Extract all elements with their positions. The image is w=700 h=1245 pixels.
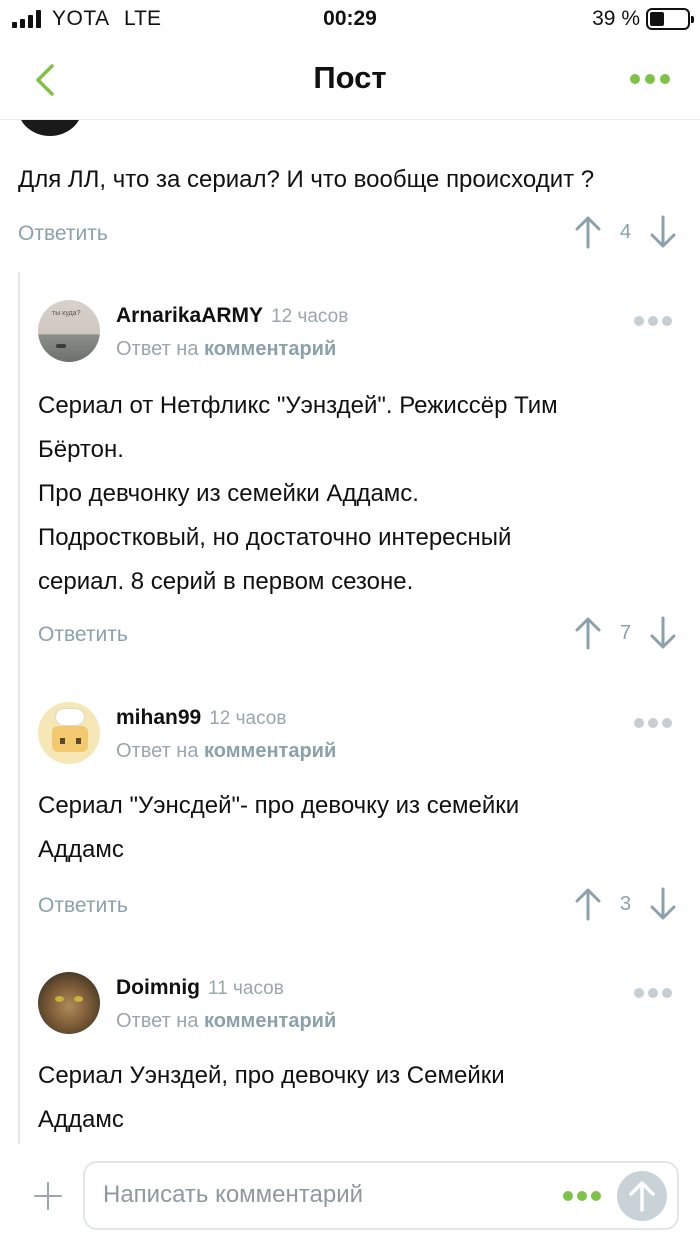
rating-count: 4 bbox=[619, 220, 632, 243]
downvote-arrow-icon[interactable] bbox=[648, 214, 678, 250]
more-options-icon[interactable] bbox=[634, 988, 672, 998]
comment-text: Сериал Уэнздей, про девочку из Семейки А… bbox=[38, 1062, 505, 1133]
more-options-icon[interactable] bbox=[630, 74, 670, 84]
comment-actions: Ответить 7 bbox=[38, 615, 678, 655]
timestamp: 12 часов bbox=[209, 708, 287, 729]
author-name[interactable]: mihan99 12 часов bbox=[116, 706, 286, 730]
upvote-arrow-icon[interactable] bbox=[573, 886, 603, 922]
more-options-icon[interactable] bbox=[634, 718, 672, 728]
reply-comment: mihan99 12 часов Ответ на комментарий Сер… bbox=[38, 702, 678, 932]
battery-percent: 39 % bbox=[592, 7, 640, 30]
comment-composer: Написать комментарий bbox=[0, 1148, 700, 1245]
reply-reference: Ответ на комментарий bbox=[116, 338, 337, 360]
battery-icon bbox=[646, 8, 694, 30]
avatar[interactable] bbox=[38, 702, 100, 764]
vote-controls: 7 bbox=[573, 615, 678, 651]
parent-comment-link[interactable]: комментарий bbox=[204, 740, 336, 762]
add-attachment-icon[interactable] bbox=[32, 1180, 64, 1212]
timestamp: 11 часов bbox=[208, 978, 284, 999]
reply-button[interactable]: Ответить bbox=[18, 222, 108, 246]
comment-text: Сериал "Уэнсдей"- про девочку из семейки… bbox=[38, 792, 520, 863]
comment-actions: Ответить 3 bbox=[38, 886, 678, 926]
parent-comment-link[interactable]: комментарий bbox=[204, 1010, 336, 1032]
comment-text: Для ЛЛ, что за сериал? И что вообще прои… bbox=[18, 166, 595, 193]
upvote-arrow-icon[interactable] bbox=[573, 615, 603, 651]
rating-count: 3 bbox=[619, 892, 632, 915]
more-options-icon[interactable] bbox=[634, 316, 672, 326]
reply-comment: Doimnig 11 часов Ответ на комментарий Сер… bbox=[38, 972, 678, 1148]
reply-button[interactable]: Ответить bbox=[38, 894, 128, 918]
send-button[interactable] bbox=[617, 1171, 667, 1221]
reply-button[interactable]: Ответить bbox=[38, 623, 128, 647]
reply-comment: ты куда? ArnarikaARMY 12 часов Ответ на к… bbox=[38, 300, 678, 660]
nav-header: Пост bbox=[0, 40, 700, 120]
vote-controls: 3 bbox=[573, 886, 678, 922]
downvote-arrow-icon[interactable] bbox=[648, 886, 678, 922]
status-bar: YOTA LTE 00:29 39 % bbox=[0, 0, 700, 40]
comment-input-placeholder: Написать комментарий bbox=[103, 1181, 364, 1208]
comment-text: Сериал от Нетфликс "Уэнздей". Режиссёр Т… bbox=[38, 392, 558, 595]
avatar[interactable]: ты куда? bbox=[38, 300, 100, 362]
author-name[interactable]: ArnarikaARMY 12 часов bbox=[116, 304, 348, 328]
reply-reference: Ответ на комментарий bbox=[116, 740, 337, 762]
timestamp: 12 часов bbox=[271, 306, 349, 327]
vote-controls: 4 bbox=[573, 214, 678, 250]
author-name[interactable]: Doimnig 11 часов bbox=[116, 976, 284, 1000]
reply-reference: Ответ на комментарий bbox=[116, 1010, 337, 1032]
avatar[interactable] bbox=[38, 972, 100, 1034]
comment-input[interactable]: Написать комментарий bbox=[83, 1161, 679, 1230]
rating-count: 7 bbox=[619, 621, 632, 644]
send-arrow-icon bbox=[629, 1181, 655, 1212]
upvote-arrow-icon[interactable] bbox=[573, 214, 603, 250]
comment-actions: Ответить 4 bbox=[18, 214, 678, 254]
parent-comment-link[interactable]: комментарий bbox=[204, 338, 336, 360]
page-title: Пост bbox=[313, 60, 387, 95]
thread-line bbox=[18, 272, 20, 1144]
more-options-icon[interactable] bbox=[563, 1191, 601, 1201]
downvote-arrow-icon[interactable] bbox=[648, 615, 678, 651]
